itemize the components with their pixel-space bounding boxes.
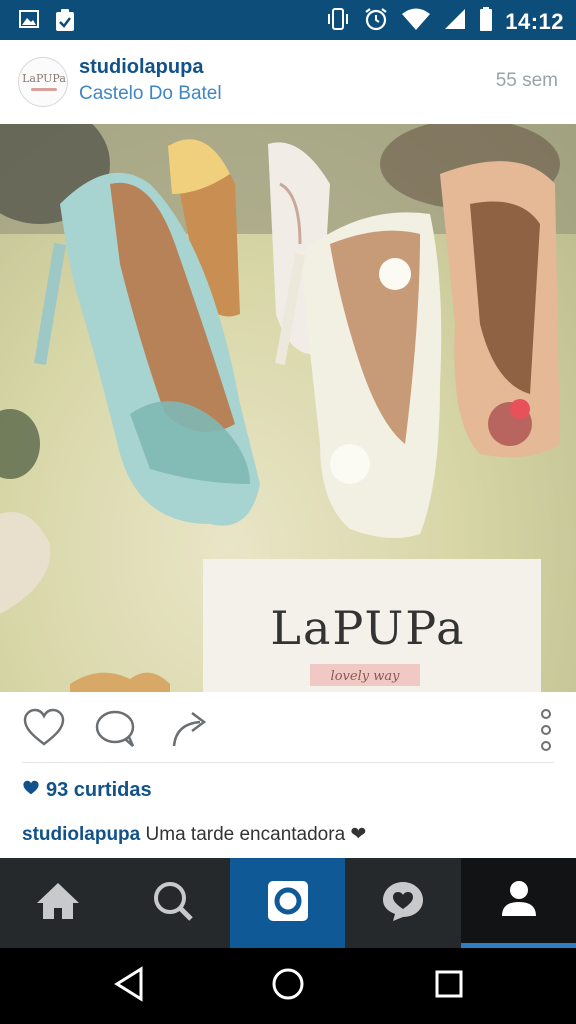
nav-home[interactable] (0, 858, 115, 948)
recents-icon[interactable] (433, 966, 465, 1007)
signal-icon (443, 7, 467, 36)
post-time-ago: 55 sem (495, 70, 558, 91)
activity-icon (381, 880, 425, 927)
camera-icon (266, 879, 310, 928)
nav-search[interactable] (115, 858, 230, 948)
post-photo[interactable]: LaPUPa lovely way (0, 124, 576, 692)
post-username[interactable]: studiolapupa (79, 56, 203, 79)
more-options-icon[interactable] (539, 708, 553, 757)
shoes-photo-illustration: LaPUPa lovely way (0, 124, 576, 692)
battery-icon (479, 6, 493, 37)
nav-activity[interactable] (345, 858, 460, 948)
caption-username[interactable]: studiolapupa (22, 824, 140, 845)
likes-count[interactable]: 93 curtidas (22, 779, 152, 802)
share-icon[interactable] (170, 710, 210, 753)
photo-sign-sub: lovely way (331, 669, 401, 684)
comment-icon[interactable] (95, 710, 137, 755)
bottom-nav (0, 858, 576, 948)
status-bar: 14:12 (0, 0, 576, 40)
system-nav-bar (0, 948, 576, 1024)
search-icon (152, 880, 194, 927)
avatar-ribbon (31, 88, 57, 91)
clipboard-check-icon (54, 8, 76, 37)
heart-icon[interactable] (22, 708, 66, 753)
post-header: LaPUPa studiolapupa Castelo Do Batel 55 … (0, 40, 576, 124)
avatar-text: LaPUPa (22, 72, 66, 85)
photo-sign-text: LaPUPa (270, 601, 465, 655)
alarm-icon (363, 6, 389, 37)
heart-filled-icon (22, 779, 40, 802)
post-location[interactable]: Castelo Do Batel (79, 83, 222, 105)
vibrate-icon (325, 6, 351, 37)
post-caption: studiolapupa Uma tarde encantadora ❤ (22, 823, 366, 846)
divider (22, 762, 554, 763)
avatar[interactable]: LaPUPa (18, 57, 68, 107)
nav-profile[interactable] (461, 858, 576, 948)
image-icon (18, 8, 40, 37)
back-icon[interactable] (113, 966, 145, 1007)
nav-camera[interactable] (230, 858, 345, 948)
caption-text: Uma tarde encantadora ❤ (145, 824, 367, 845)
home-circle-icon[interactable] (270, 966, 306, 1007)
home-icon (35, 881, 81, 926)
likes-label: 93 curtidas (46, 779, 152, 801)
wifi-icon (401, 7, 431, 36)
status-time: 14:12 (505, 8, 564, 34)
post-actions (0, 692, 576, 764)
profile-icon (499, 878, 539, 923)
